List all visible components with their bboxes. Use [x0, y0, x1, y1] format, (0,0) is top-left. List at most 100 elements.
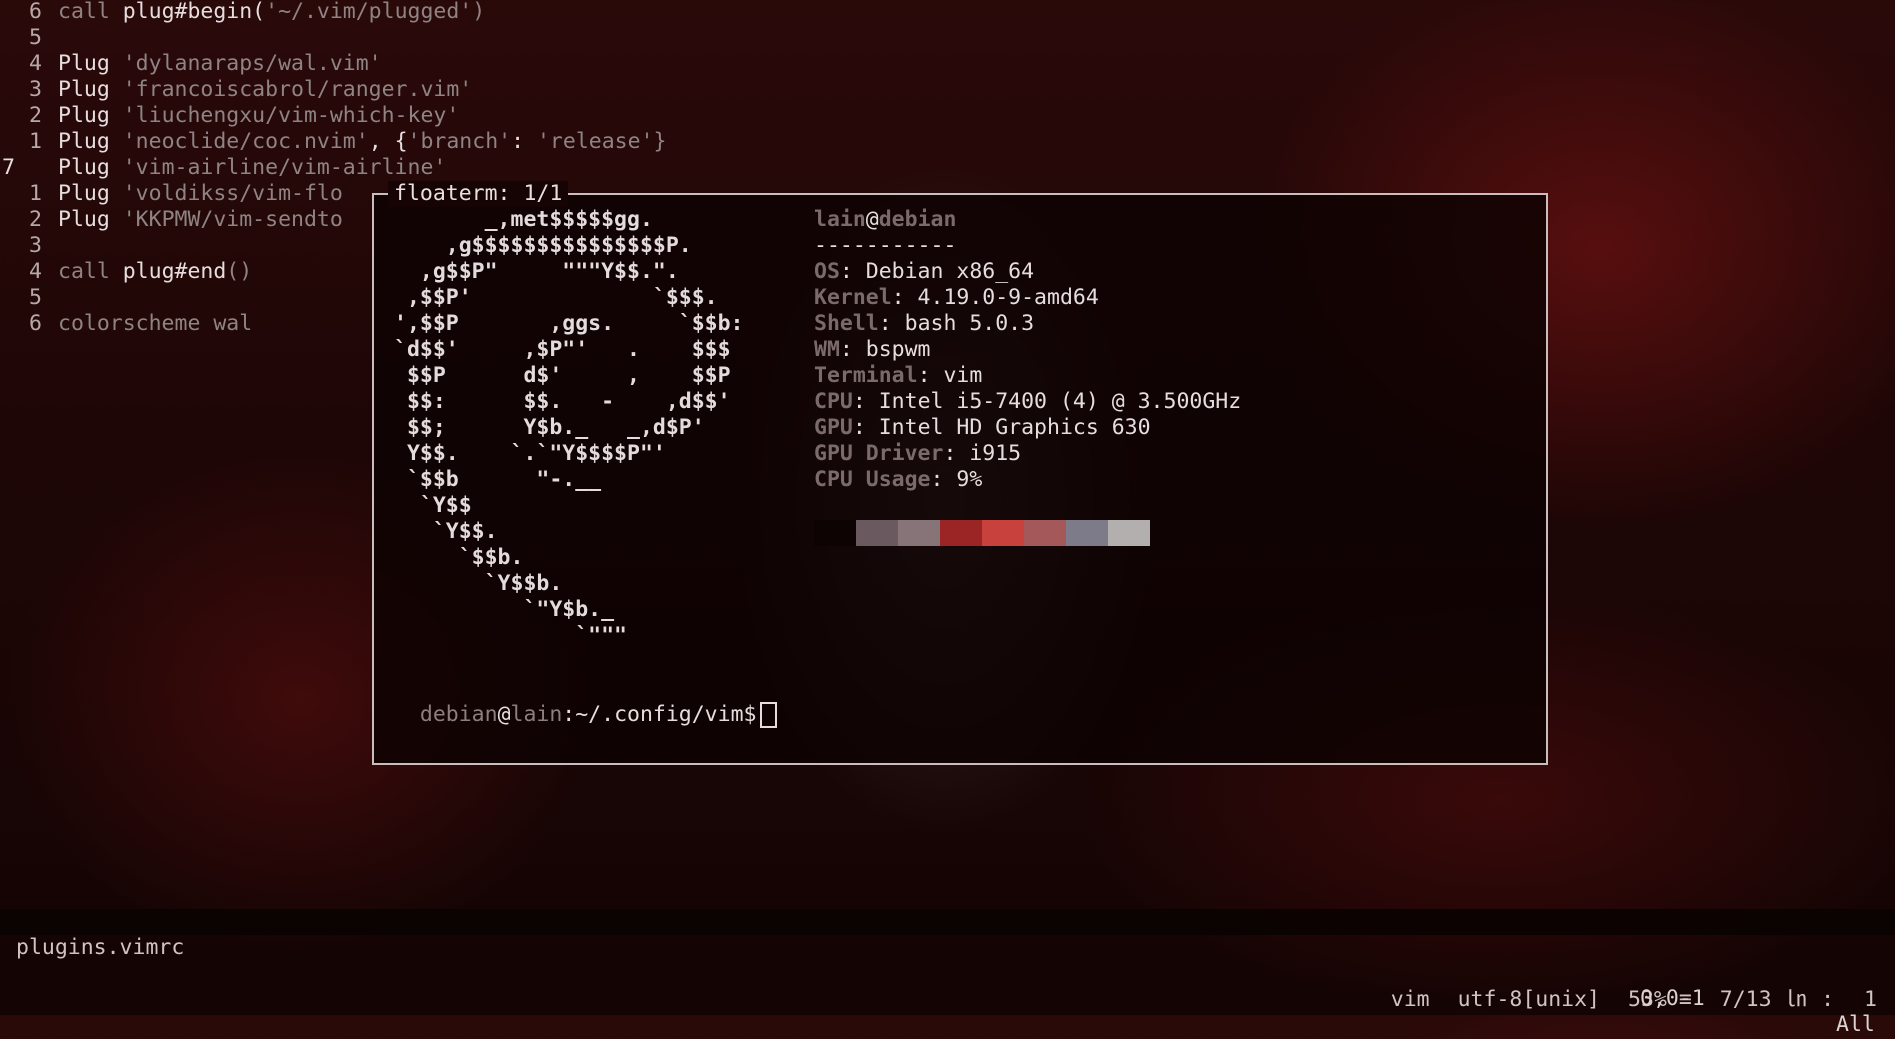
statusline-position: 7/13 [1719, 987, 1772, 1012]
palette-swatch [856, 520, 898, 546]
info-row: GPU: Intel HD Graphics 630 [814, 415, 1241, 441]
editor-line[interactable]: 7 Plug 'vim-airline/vim-airline' [0, 155, 446, 181]
palette-swatch [1024, 520, 1066, 546]
info-value: : 4.19.0-9-amd64 [891, 285, 1099, 310]
color-palette [814, 520, 1150, 546]
line-code: call plug#end() [58, 259, 252, 284]
editor-line[interactable]: 5 [0, 25, 58, 51]
palette-swatch [898, 520, 940, 546]
code-token: '~/.vim/plugged' [265, 0, 473, 24]
palette-swatch [814, 520, 856, 546]
info-key: Terminal [814, 363, 918, 388]
separator-line: ----------- [814, 233, 957, 258]
shell-prompt[interactable]: debian@lain:~/.config/vim$ [394, 676, 778, 728]
line-number: 2 [29, 207, 42, 232]
info-row: OS: Debian x86_64 [814, 259, 1241, 285]
line-code: Plug 'dylanaraps/wal.vim' [58, 51, 382, 76]
code-token: call [58, 259, 123, 284]
debian-swirl-ascii-art: _,met$$$$$gg. ,g$$$$$$$$$$$$$$$P. ,g$$P"… [394, 207, 744, 648]
code-token: , { [368, 129, 408, 154]
editor-line[interactable]: 6 call plug#begin('~/.vim/plugged') [0, 0, 485, 25]
info-row: CPU Usage: 9% [814, 467, 1241, 493]
info-row: Kernel: 4.19.0-9-amd64 [814, 285, 1241, 311]
info-row: Shell: bash 5.0.3 [814, 311, 1241, 337]
floaterm-title: floaterm: 1/1 [388, 181, 569, 207]
line-number-icon: ㏑ [1785, 987, 1808, 1012]
line-code: Plug 'vim-airline/vim-airline' [58, 155, 446, 180]
line-number: 5 [29, 285, 42, 310]
code-token: plug#end [122, 259, 227, 284]
info-key: CPU Usage [814, 467, 931, 492]
info-key: Shell [814, 311, 879, 336]
info-value: : bash 5.0.3 [878, 311, 1035, 336]
statusline-column: 1 [1864, 987, 1877, 1012]
code-token: () [226, 259, 253, 284]
code-token: Plug [58, 77, 123, 102]
code-token: 'neoclide/coc.nvim' [122, 129, 369, 154]
editor-line[interactable]: 4 call plug#end() [0, 259, 252, 285]
vim-statusline: plugins.vimrc vim utf-8[unix] 53% ≡ 7/13 ㏑:1 [0, 909, 1895, 1012]
line-number: 5 [29, 25, 42, 50]
line-number: 3 [29, 77, 42, 102]
line-number: 3 [29, 233, 42, 258]
info-key: CPU [814, 389, 853, 414]
code-token: 'release' [536, 129, 654, 154]
editor-line[interactable]: 6 colorscheme wal [0, 311, 252, 337]
info-value: : vim [917, 363, 983, 388]
editor-line[interactable]: 5 [0, 285, 58, 311]
code-token: 'dylanaraps/wal.vim' [122, 51, 382, 76]
code-token: 'branch' [407, 129, 512, 154]
code-token: 'KKPMW/vim-sendto [122, 207, 343, 232]
editor-line[interactable]: 3 Plug 'francoiscabrol/ranger.vim' [0, 77, 472, 103]
statusline-filename: plugins.vimrc [16, 935, 185, 960]
code-token: colorscheme wal [58, 311, 253, 336]
palette-swatch [1066, 520, 1108, 546]
info-row: Terminal: vim [814, 363, 1241, 389]
line-number: 1 [29, 181, 42, 206]
terminal-cursor [760, 702, 778, 728]
info-value: : Intel i5-7400 (4) @ 3.500GHz [852, 389, 1242, 414]
line-number: 4 [29, 259, 42, 284]
line-code: Plug 'KKPMW/vim-sendto [58, 207, 343, 232]
info-value: : Intel HD Graphics 630 [852, 415, 1151, 440]
line-number: 7 [2, 155, 15, 180]
info-row: WM: bspwm [814, 337, 1241, 363]
line-number: 4 [29, 51, 42, 76]
code-token: 'vim-airline/vim-airline' [122, 155, 447, 180]
neofetch-info: lain@debian ----------- OS: Debian x86_6… [814, 207, 1241, 493]
code-token: : [511, 129, 537, 154]
info-value: : i915 [943, 441, 1022, 466]
info-value: : 9% [930, 467, 983, 492]
code-token: Plug [58, 155, 123, 180]
palette-swatch [940, 520, 982, 546]
info-row: GPU Driver: i915 [814, 441, 1241, 467]
info-value: : Debian x86_64 [839, 259, 1035, 284]
info-row: CPU: Intel i5-7400 (4) @ 3.500GHz [814, 389, 1241, 415]
line-number: 2 [29, 103, 42, 128]
line-number: 6 [29, 0, 42, 24]
editor-line[interactable]: 4 Plug 'dylanaraps/wal.vim' [0, 51, 382, 77]
editor-line[interactable]: 1 Plug 'voldikss/vim-flo [0, 181, 343, 207]
info-key: Kernel [814, 285, 892, 310]
line-code: Plug 'liuchengxu/vim-which-key' [58, 103, 459, 128]
editor-line[interactable]: 2 Plug 'liuchengxu/vim-which-key' [0, 103, 459, 129]
code-token: Plug [58, 51, 123, 76]
info-key: GPU Driver [814, 441, 944, 466]
user-host-line: lain@debian [814, 207, 957, 232]
statusline-filetype: vim [1390, 987, 1430, 1012]
code-token: ) [472, 0, 486, 24]
info-key: OS [814, 259, 840, 284]
code-token: 'liuchengxu/vim-which-key' [122, 103, 460, 128]
editor-line[interactable]: 3 [0, 233, 58, 259]
palette-swatch [982, 520, 1024, 546]
line-code: Plug 'neoclide/coc.nvim', {'branch': 're… [58, 129, 666, 154]
vim-command-line[interactable]: 0,0-1 All [0, 960, 1895, 1037]
code-token: 'voldikss/vim-flo [122, 181, 343, 206]
editor-line[interactable]: 2 Plug 'KKPMW/vim-sendto [0, 207, 343, 233]
line-code: Plug 'francoiscabrol/ranger.vim' [58, 77, 472, 102]
editor-line[interactable]: 1 Plug 'neoclide/coc.nvim', {'branch': 'r… [0, 129, 666, 155]
code-token: } [653, 129, 667, 154]
line-code: call plug#begin('~/.vim/plugged') [58, 0, 485, 24]
line-number: 1 [29, 129, 42, 154]
code-token: 'francoiscabrol/ranger.vim' [122, 77, 473, 102]
